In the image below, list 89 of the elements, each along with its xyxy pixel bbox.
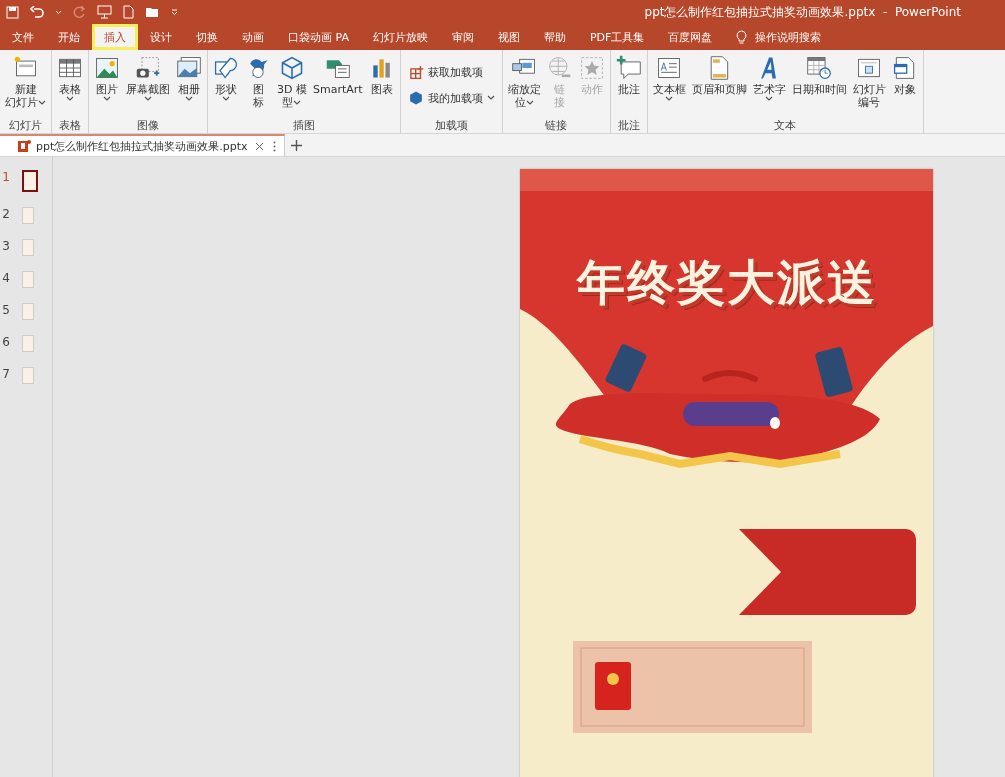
caret-icon xyxy=(525,100,534,106)
ribbon-button[interactable]: 相册 xyxy=(174,54,204,118)
caret-icon xyxy=(185,96,193,102)
group-label: 加载项 xyxy=(433,118,469,133)
ribbon-tab[interactable]: 动画 xyxy=(230,24,276,50)
slide-thumbnail[interactable]: 1 xyxy=(0,169,52,193)
comment-icon xyxy=(615,55,642,81)
ribbon-button[interactable]: 图 标 xyxy=(243,54,273,118)
ribbon-button[interactable]: 对象 xyxy=(889,54,920,118)
group-label: 链接 xyxy=(544,118,569,133)
ribbon-button[interactable]: 缩放定 位 xyxy=(505,54,543,118)
group-label: 表格 xyxy=(58,118,82,133)
cube-icon xyxy=(279,55,305,81)
slide-number: 7 xyxy=(2,367,10,381)
slide-number: 2 xyxy=(2,207,10,221)
ribbon-button[interactable]: 日期和时间 xyxy=(789,54,849,118)
slide-number: 1 xyxy=(2,170,10,184)
slide-heading: 年终奖大派送 xyxy=(575,253,878,312)
caret-icon xyxy=(38,100,46,106)
grid-plus-icon xyxy=(407,64,424,80)
undo-icon[interactable] xyxy=(30,5,44,19)
ribbon-button[interactable]: 幻灯片 编号 xyxy=(850,54,888,118)
ribbon-button[interactable]: 形状 xyxy=(211,54,241,118)
ribbon-button[interactable]: 页眉和页脚 xyxy=(689,54,749,118)
ribbon-button[interactable]: SmartArt xyxy=(310,54,365,118)
save-icon[interactable] xyxy=(6,5,19,19)
slide-thumbnail[interactable]: 4 xyxy=(0,270,52,289)
ribbon-button[interactable]: 图片 xyxy=(92,54,122,118)
window-title: ppt怎么制作红包抽拉式抽奖动画效果.pptx - PowerPoint xyxy=(644,3,961,21)
caret-icon xyxy=(66,96,74,102)
cube-icon xyxy=(407,90,424,106)
search-field[interactable]: 操作说明搜索 xyxy=(755,29,822,45)
ribbon-button[interactable]: 3D 模 型 xyxy=(275,54,309,118)
presentation-icon[interactable] xyxy=(97,5,112,19)
document-tab[interactable]: ppt怎么制作红包抽拉式抽奖动画效果.pptx xyxy=(0,134,285,156)
slide-number: 5 xyxy=(2,303,10,317)
slide-thumbnail[interactable]: 3 xyxy=(0,238,52,257)
group-label: 批注 xyxy=(616,118,641,133)
group-label: 图像 xyxy=(136,118,160,133)
ribbon-tab[interactable]: 幻灯片放映 xyxy=(360,24,440,50)
group-label: 插图 xyxy=(291,118,316,133)
ribbon-button[interactable]: 表格 xyxy=(55,54,85,118)
ribbon-tab[interactable]: 切换 xyxy=(184,24,230,50)
document-title: ppt怎么制作红包抽拉式抽奖动画效果.pptx xyxy=(36,138,248,154)
ribbon-button[interactable]: 文本框 xyxy=(650,54,688,118)
slide-number: 3 xyxy=(2,239,10,253)
caret-icon xyxy=(144,96,152,102)
ribbon-button[interactable]: 我的加载项 xyxy=(403,88,499,108)
ribbon-button[interactable]: 批注 xyxy=(613,54,644,118)
customize-icon[interactable] xyxy=(171,8,178,16)
new-document-icon[interactable] xyxy=(123,5,134,19)
picture-icon xyxy=(94,55,120,81)
ribbon-tab[interactable]: 文件 xyxy=(0,24,46,50)
caret-icon[interactable] xyxy=(55,9,62,15)
ribbon-tab[interactable]: 设计 xyxy=(138,24,184,50)
slide-number: 4 xyxy=(2,271,10,285)
ribbon-tab[interactable]: 视图 xyxy=(485,24,532,50)
powerpoint-file-icon xyxy=(18,139,31,153)
ribbon-tab[interactable]: 审阅 xyxy=(439,24,486,50)
slide-number: 6 xyxy=(2,335,10,349)
caret-icon xyxy=(765,96,774,102)
ribbon-tab[interactable]: 百度网盘 xyxy=(656,24,725,50)
ribbon-tab[interactable]: 口袋动画 PA xyxy=(276,24,361,50)
group-label: 幻灯片 xyxy=(8,118,43,133)
ribbon-button[interactable]: 艺术字 xyxy=(750,54,788,118)
ribbon-button[interactable]: 屏幕截图 xyxy=(124,54,172,118)
ribbon-button[interactable]: 新建 幻灯片 xyxy=(3,54,48,118)
ribbon-tab[interactable]: 帮助 xyxy=(531,24,578,50)
ribbon-tab[interactable]: 插入 xyxy=(92,24,138,50)
caret-icon xyxy=(222,96,230,102)
lightbulb-icon[interactable] xyxy=(736,29,748,45)
caret-icon xyxy=(486,95,495,101)
group-label: 文本 xyxy=(773,118,798,133)
ribbon-button[interactable]: 获取加载项 xyxy=(403,62,499,82)
ribbon-tab[interactable]: PDF工具集 xyxy=(577,24,657,50)
camera-icon xyxy=(135,55,161,81)
slide-thumbnail[interactable]: 5 xyxy=(0,302,52,321)
ribbon-tab[interactable]: 开始 xyxy=(46,24,92,50)
slide-thumbnail[interactable]: 2 xyxy=(0,206,52,225)
ribbon-button[interactable]: 图表 xyxy=(366,54,397,118)
calendar-icon xyxy=(806,55,833,81)
slide-thumbnail[interactable]: 6 xyxy=(0,334,52,353)
caret-icon xyxy=(665,96,674,102)
folder-icon[interactable] xyxy=(145,6,160,18)
caret-icon xyxy=(103,96,111,102)
slide-thumbnail[interactable]: 7 xyxy=(0,366,52,385)
textbox-icon xyxy=(656,55,683,81)
caret-icon xyxy=(293,100,302,106)
shapes-icon xyxy=(213,55,239,81)
